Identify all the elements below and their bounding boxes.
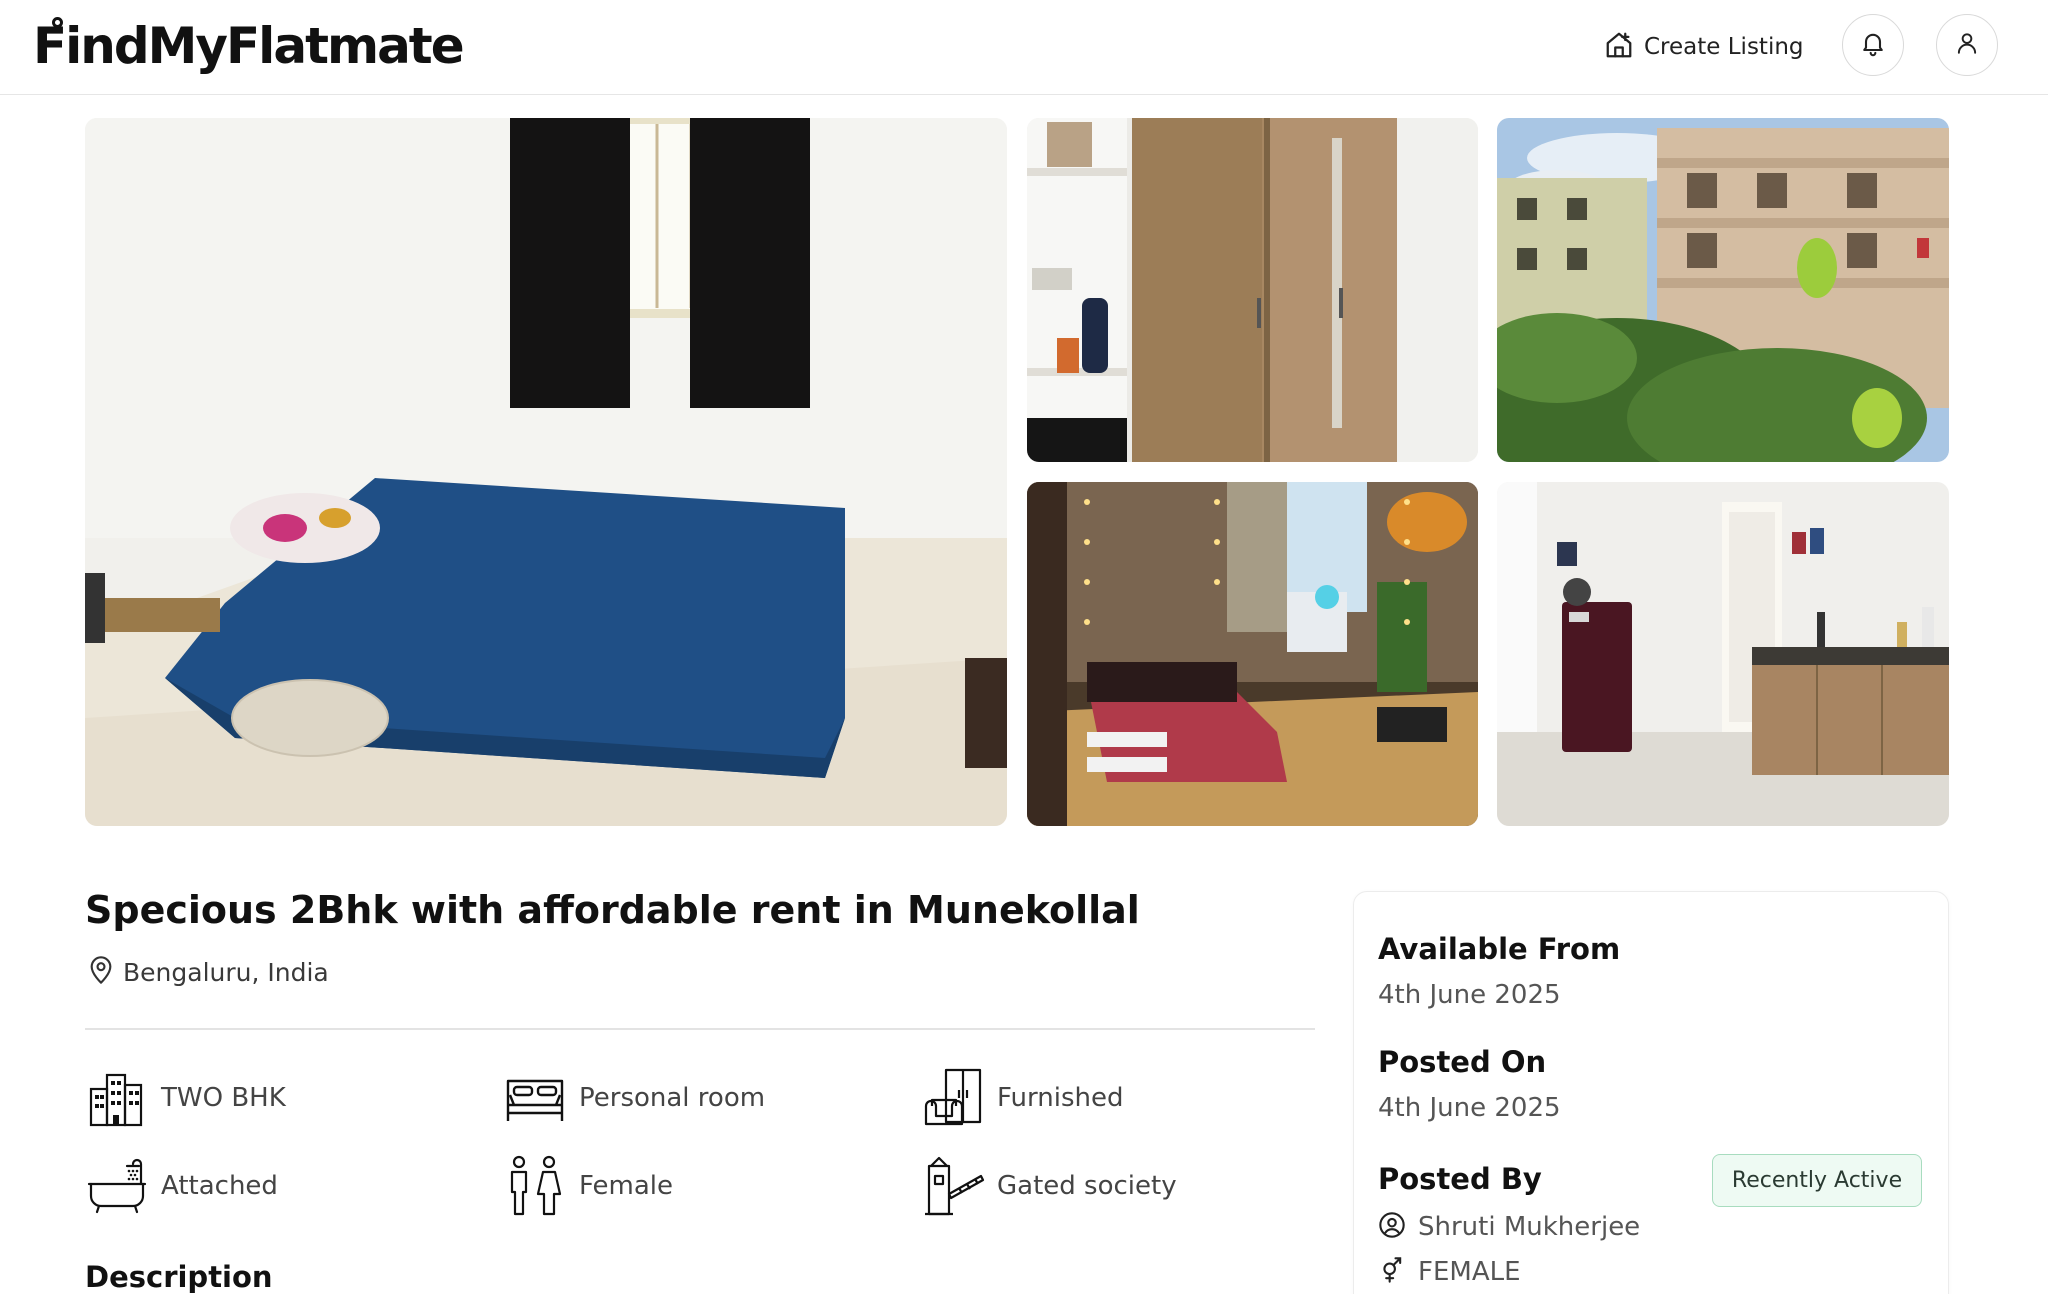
posted-by-label: Posted By xyxy=(1378,1162,1542,1196)
feature-label: Gated society xyxy=(997,1171,1177,1201)
site-logo[interactable]: FindMyFlatmate xyxy=(33,14,465,78)
posted-on-label: Posted On xyxy=(1378,1045,1547,1079)
section-divider xyxy=(85,1028,1315,1030)
feature-flat-type: TWO BHK xyxy=(85,1068,286,1128)
available-from-label: Available From xyxy=(1378,932,1621,966)
bathtub-icon xyxy=(85,1156,149,1216)
feature-label: TWO BHK xyxy=(161,1083,286,1113)
gate-icon xyxy=(921,1156,985,1216)
user-circle-icon xyxy=(1378,1211,1406,1243)
location-pin-icon xyxy=(85,953,117,991)
status-badge: Recently Active xyxy=(1712,1154,1922,1207)
decorated-bedroom-photo[interactable] xyxy=(1027,482,1478,826)
create-listing-label: Create Listing xyxy=(1644,34,1804,60)
create-listing-button[interactable]: Create Listing xyxy=(1604,27,1804,67)
poster-name-row[interactable]: Shruti Mukherjee xyxy=(1378,1211,1640,1243)
wardrobe-photo[interactable] xyxy=(1027,118,1478,462)
profile-button[interactable] xyxy=(1936,14,1998,76)
poster-name: Shruti Mukherjee xyxy=(1418,1212,1641,1242)
gender-icon xyxy=(1378,1256,1406,1288)
kitchen-photo[interactable] xyxy=(1497,482,1949,826)
listing-title: Specious 2Bhk with affordable rent in Mu… xyxy=(85,888,1140,932)
posted-on-value: 4th June 2025 xyxy=(1378,1093,1561,1123)
description-heading: Description xyxy=(85,1260,273,1294)
feature-label: Furnished xyxy=(997,1083,1124,1113)
male-female-icon xyxy=(503,1155,567,1216)
feature-society-type: Gated society xyxy=(921,1156,1177,1216)
main-room-photo[interactable] xyxy=(85,118,1007,826)
building-icon xyxy=(85,1068,149,1128)
logo-pin-icon xyxy=(52,17,63,28)
notifications-button[interactable] xyxy=(1842,14,1904,76)
feature-label: Personal room xyxy=(579,1083,766,1113)
feature-gender-preference: Female xyxy=(503,1155,674,1216)
feature-label: Female xyxy=(579,1171,674,1201)
bell-icon xyxy=(1859,29,1887,61)
feature-furnishing: Furnished xyxy=(921,1068,1123,1128)
feature-bathroom: Attached xyxy=(85,1156,278,1216)
location-text: Bengaluru, India xyxy=(123,957,329,987)
home-plus-icon xyxy=(1604,30,1634,64)
balcony-view-photo[interactable] xyxy=(1497,118,1949,462)
top-navbar: FindMyFlatmate Create Listing xyxy=(0,0,2048,95)
feature-room-type: Personal room xyxy=(503,1068,765,1128)
furniture-icon xyxy=(921,1068,985,1128)
listing-details-card: Available From 4th June 2025 Posted On 4… xyxy=(1353,891,1949,1294)
poster-gender: FEMALE xyxy=(1418,1257,1521,1287)
feature-label: Attached xyxy=(161,1171,278,1201)
available-from-value: 4th June 2025 xyxy=(1378,980,1561,1010)
bed-icon xyxy=(503,1068,567,1128)
user-icon xyxy=(1954,30,1980,60)
poster-gender-row: FEMALE xyxy=(1378,1256,1521,1288)
listing-location: Bengaluru, India xyxy=(85,953,329,991)
